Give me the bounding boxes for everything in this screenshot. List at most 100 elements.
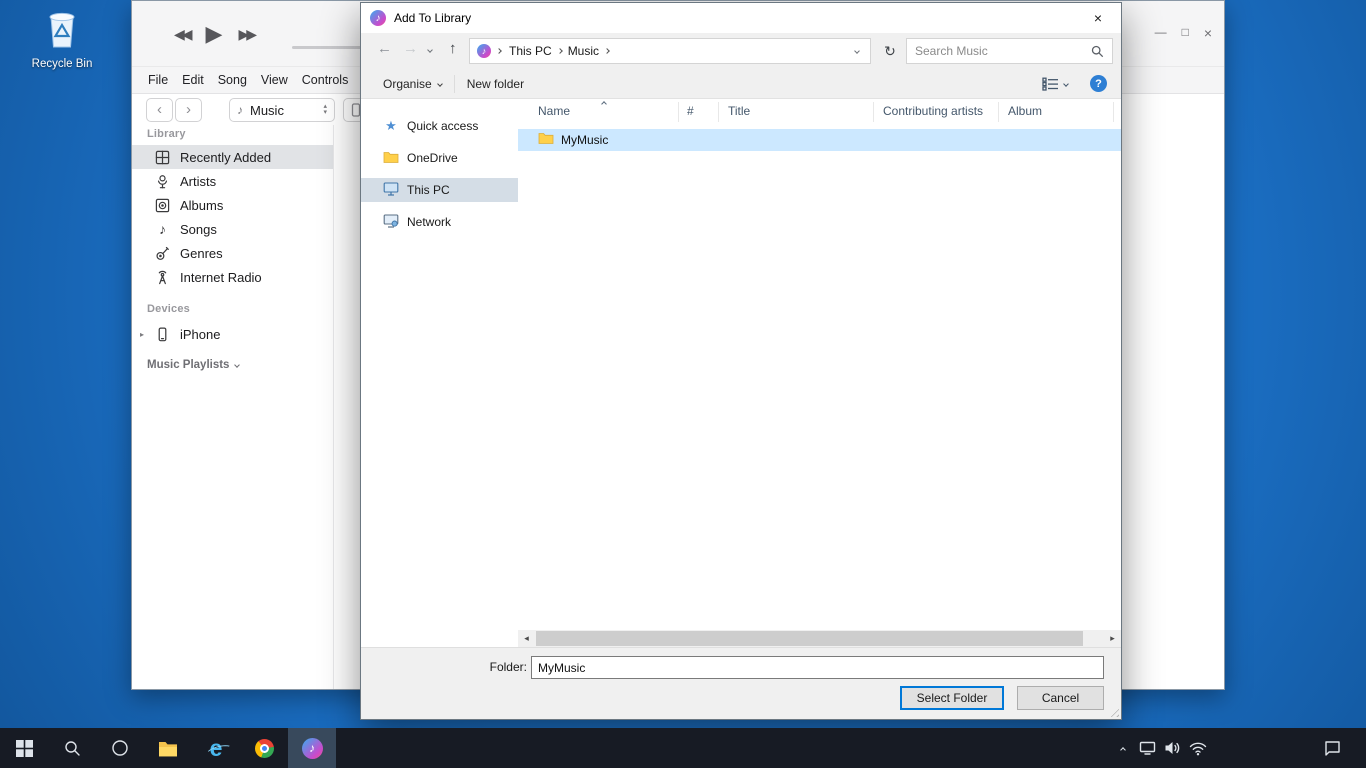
- search-box: [906, 38, 1113, 64]
- sidebar-item-recently-added[interactable]: Recently Added: [132, 145, 333, 169]
- sidebar-item-artists[interactable]: Artists: [132, 169, 333, 193]
- dialog-title: Add To Library: [394, 11, 471, 25]
- menu-song[interactable]: Song: [218, 73, 247, 87]
- column-header-title[interactable]: Title: [728, 104, 750, 118]
- start-button[interactable]: [0, 728, 48, 768]
- chrome-icon: [255, 739, 274, 758]
- library-header: Library: [147, 128, 186, 140]
- view-mode-chevron-icon[interactable]: [1063, 81, 1069, 87]
- dialog-titlebar[interactable]: ♪ Add To Library ×: [361, 3, 1121, 33]
- folder-label: Folder:: [461, 660, 527, 674]
- column-header-number[interactable]: #: [687, 104, 694, 118]
- close-button[interactable]: ×: [1204, 25, 1212, 41]
- navpane-item-this-pc[interactable]: This PC: [361, 178, 518, 202]
- chrome-button[interactable]: [240, 728, 288, 768]
- guitar-icon: [154, 246, 171, 261]
- cancel-button[interactable]: Cancel: [1017, 686, 1104, 710]
- media-source-value: Music: [250, 103, 323, 118]
- monitor-icon: [1139, 740, 1156, 756]
- nav-back-button[interactable]: ←: [377, 41, 392, 56]
- taskbar-search-button[interactable]: [48, 728, 96, 768]
- computer-icon: [383, 181, 399, 199]
- file-list: Name # Title Contributing artists Album …: [518, 99, 1121, 630]
- menu-edit[interactable]: Edit: [182, 73, 204, 87]
- itunes-taskbar-button[interactable]: ♪: [288, 728, 336, 768]
- horizontal-scrollbar[interactable]: ◂ ▸: [518, 630, 1121, 647]
- nav-history-chevron-icon[interactable]: [427, 47, 433, 53]
- sort-ascending-icon: [601, 101, 607, 107]
- navpane-item-quick-access[interactable]: ★ Quick access: [361, 114, 518, 138]
- album-icon: [154, 198, 171, 213]
- wifi-icon: [1189, 741, 1207, 756]
- column-header-name[interactable]: Name: [538, 104, 570, 118]
- breadcrumb-this-pc[interactable]: This PC: [503, 44, 558, 58]
- view-mode-icon[interactable]: [1042, 77, 1059, 91]
- file-row-mymusic[interactable]: MyMusic: [518, 129, 1121, 151]
- tray-expand-button[interactable]: [1110, 728, 1135, 768]
- menu-view[interactable]: View: [261, 73, 288, 87]
- taskbar: e ♪: [0, 728, 1366, 768]
- search-input[interactable]: [907, 44, 1091, 58]
- iphone-icon: [154, 327, 171, 342]
- location-icon: ♪: [477, 44, 491, 58]
- refresh-button[interactable]: ↻: [877, 38, 903, 64]
- maximize-button[interactable]: □: [1182, 25, 1189, 41]
- back-button[interactable]: ‹: [146, 98, 173, 122]
- add-to-library-dialog: ♪ Add To Library × ← → ↑ ♪ This PC Music…: [360, 2, 1122, 720]
- nav-forward-button[interactable]: →: [403, 41, 418, 56]
- music-note-icon: ♪: [237, 103, 243, 117]
- sidebar-item-songs[interactable]: ♪ Songs: [132, 217, 333, 241]
- media-source-dropdown[interactable]: ♪ Music ▴ ▾: [229, 98, 335, 122]
- rewind-button[interactable]: ◀◀: [174, 26, 190, 43]
- crumb-separator-icon: [604, 48, 610, 54]
- music-playlists-header[interactable]: Music Playlists: [147, 359, 239, 371]
- cortana-button[interactable]: [96, 728, 144, 768]
- scrollbar-thumb[interactable]: [536, 631, 1083, 646]
- fast-forward-button[interactable]: ▶▶: [238, 26, 254, 43]
- cortana-icon: [111, 739, 129, 757]
- new-folder-button[interactable]: New folder: [467, 77, 524, 91]
- dialog-close-button[interactable]: ×: [1075, 3, 1121, 32]
- action-center-button[interactable]: [1310, 728, 1354, 768]
- tray-network-button[interactable]: [1185, 728, 1210, 768]
- recycle-bin[interactable]: Recycle Bin: [30, 8, 94, 70]
- sidebar-item-albums[interactable]: Albums: [132, 193, 333, 217]
- devices-header: Devices: [147, 303, 190, 315]
- organise-button[interactable]: Organise: [383, 77, 442, 91]
- menu-file[interactable]: File: [148, 73, 168, 87]
- dialog-toolbar: Organise New folder ?: [361, 69, 1121, 99]
- volume-slider[interactable]: [292, 46, 364, 49]
- sidebar-item-iphone[interactable]: ▸ iPhone: [132, 322, 333, 346]
- windows-logo-icon: [16, 740, 33, 757]
- star-icon: ★: [383, 118, 399, 134]
- expander-icon[interactable]: ▸: [140, 330, 144, 339]
- navpane-item-onedrive[interactable]: OneDrive: [361, 146, 518, 170]
- address-dropdown-icon[interactable]: [854, 48, 860, 54]
- column-header-contributing-artists[interactable]: Contributing artists: [883, 104, 983, 118]
- column-header-album[interactable]: Album: [1008, 104, 1042, 118]
- play-button[interactable]: ▶: [206, 21, 223, 47]
- select-folder-button[interactable]: Select Folder: [900, 686, 1004, 710]
- file-explorer-icon: [158, 740, 178, 757]
- internet-explorer-button[interactable]: e: [192, 728, 240, 768]
- tray-volume-button[interactable]: [1160, 728, 1185, 768]
- file-explorer-button[interactable]: [144, 728, 192, 768]
- forward-button[interactable]: ›: [175, 98, 202, 122]
- menu-controls[interactable]: Controls: [302, 73, 349, 87]
- help-button[interactable]: ?: [1090, 75, 1107, 92]
- scroll-left-icon[interactable]: ◂: [518, 630, 535, 647]
- sidebar-item-genres[interactable]: Genres: [132, 241, 333, 265]
- minimize-button[interactable]: —: [1155, 25, 1167, 41]
- resize-grip[interactable]: [1107, 705, 1119, 717]
- grid-icon: [154, 150, 171, 165]
- search-icon: [64, 740, 81, 757]
- tray-display-button[interactable]: [1135, 728, 1160, 768]
- nav-up-button[interactable]: ↑: [449, 41, 457, 56]
- address-bar[interactable]: ♪ This PC Music: [469, 38, 871, 64]
- sidebar-item-internet-radio[interactable]: Internet Radio: [132, 265, 333, 289]
- navpane-item-network[interactable]: Network: [361, 210, 518, 234]
- folder-input[interactable]: [531, 656, 1104, 679]
- breadcrumb-music[interactable]: Music: [562, 44, 605, 58]
- search-icon[interactable]: [1091, 45, 1104, 58]
- scroll-right-icon[interactable]: ▸: [1104, 630, 1121, 647]
